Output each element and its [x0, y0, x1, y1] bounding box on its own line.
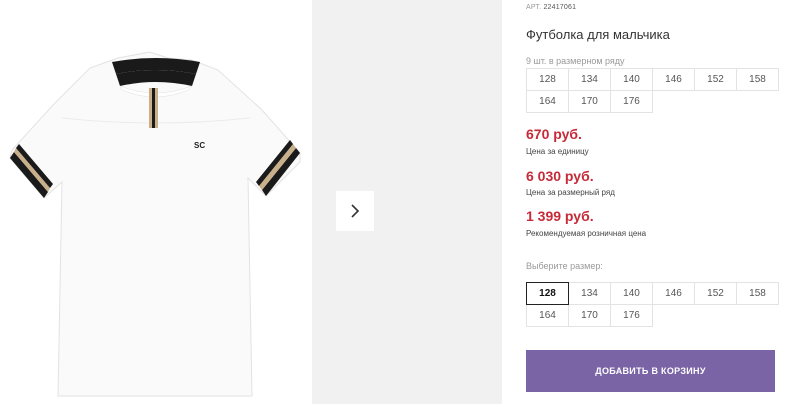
pack-price: 6 030 руб.: [526, 168, 594, 184]
sku-value: 22417061: [543, 4, 577, 11]
sku-label: АРТ.: [526, 4, 542, 11]
pack-size-cell: 128: [526, 68, 569, 91]
pack-size-cell: 140: [610, 68, 653, 91]
retail-price-label: Рекомендуемая розничная цена: [526, 229, 647, 238]
size-select-label: Выберите размер:: [526, 261, 603, 271]
unit-price-label: Цена за единицу: [526, 147, 589, 156]
pack-size-note: 9 шт. в размерном ряду: [526, 56, 625, 66]
pack-size-cell: 170: [568, 90, 611, 113]
size-option-176[interactable]: 176: [610, 304, 653, 327]
product-title: Футболка для мальчика: [526, 27, 670, 42]
size-option-140[interactable]: 140: [610, 282, 653, 305]
size-select-grid: 128 134 140 146 152 158 164 170 176: [526, 282, 779, 327]
size-option-134[interactable]: 134: [568, 282, 611, 305]
retail-price: 1 399 руб.: [526, 208, 594, 224]
pack-size-cell: 176: [610, 90, 653, 113]
pack-size-cell: 146: [652, 68, 695, 91]
pack-size-grid: 128 134 140 146 152 158 164 170 176: [526, 68, 779, 113]
shirt-logo: SC: [194, 141, 205, 150]
size-option-164[interactable]: 164: [526, 304, 569, 327]
add-to-cart-button[interactable]: ДОБАВИТЬ В КОРЗИНУ: [526, 350, 775, 392]
gallery-next-button[interactable]: [336, 191, 374, 231]
tshirt-image: SC: [9, 51, 301, 397]
size-option-170[interactable]: 170: [568, 304, 611, 327]
size-option-146[interactable]: 146: [652, 282, 695, 305]
size-option-152[interactable]: 152: [694, 282, 737, 305]
product-image[interactable]: SC: [0, 0, 312, 404]
pack-price-label: Цена за размерный ряд: [526, 188, 615, 197]
chevron-right-icon: [351, 204, 360, 218]
pack-size-cell: 158: [736, 68, 779, 91]
size-option-158[interactable]: 158: [736, 282, 779, 305]
pack-size-cell: 134: [568, 68, 611, 91]
size-option-128[interactable]: 128: [526, 282, 569, 305]
pack-size-cell: 164: [526, 90, 569, 113]
unit-price: 670 руб.: [526, 126, 582, 142]
sku: АРТ. 22417061: [526, 4, 576, 11]
pack-size-cell: 152: [694, 68, 737, 91]
